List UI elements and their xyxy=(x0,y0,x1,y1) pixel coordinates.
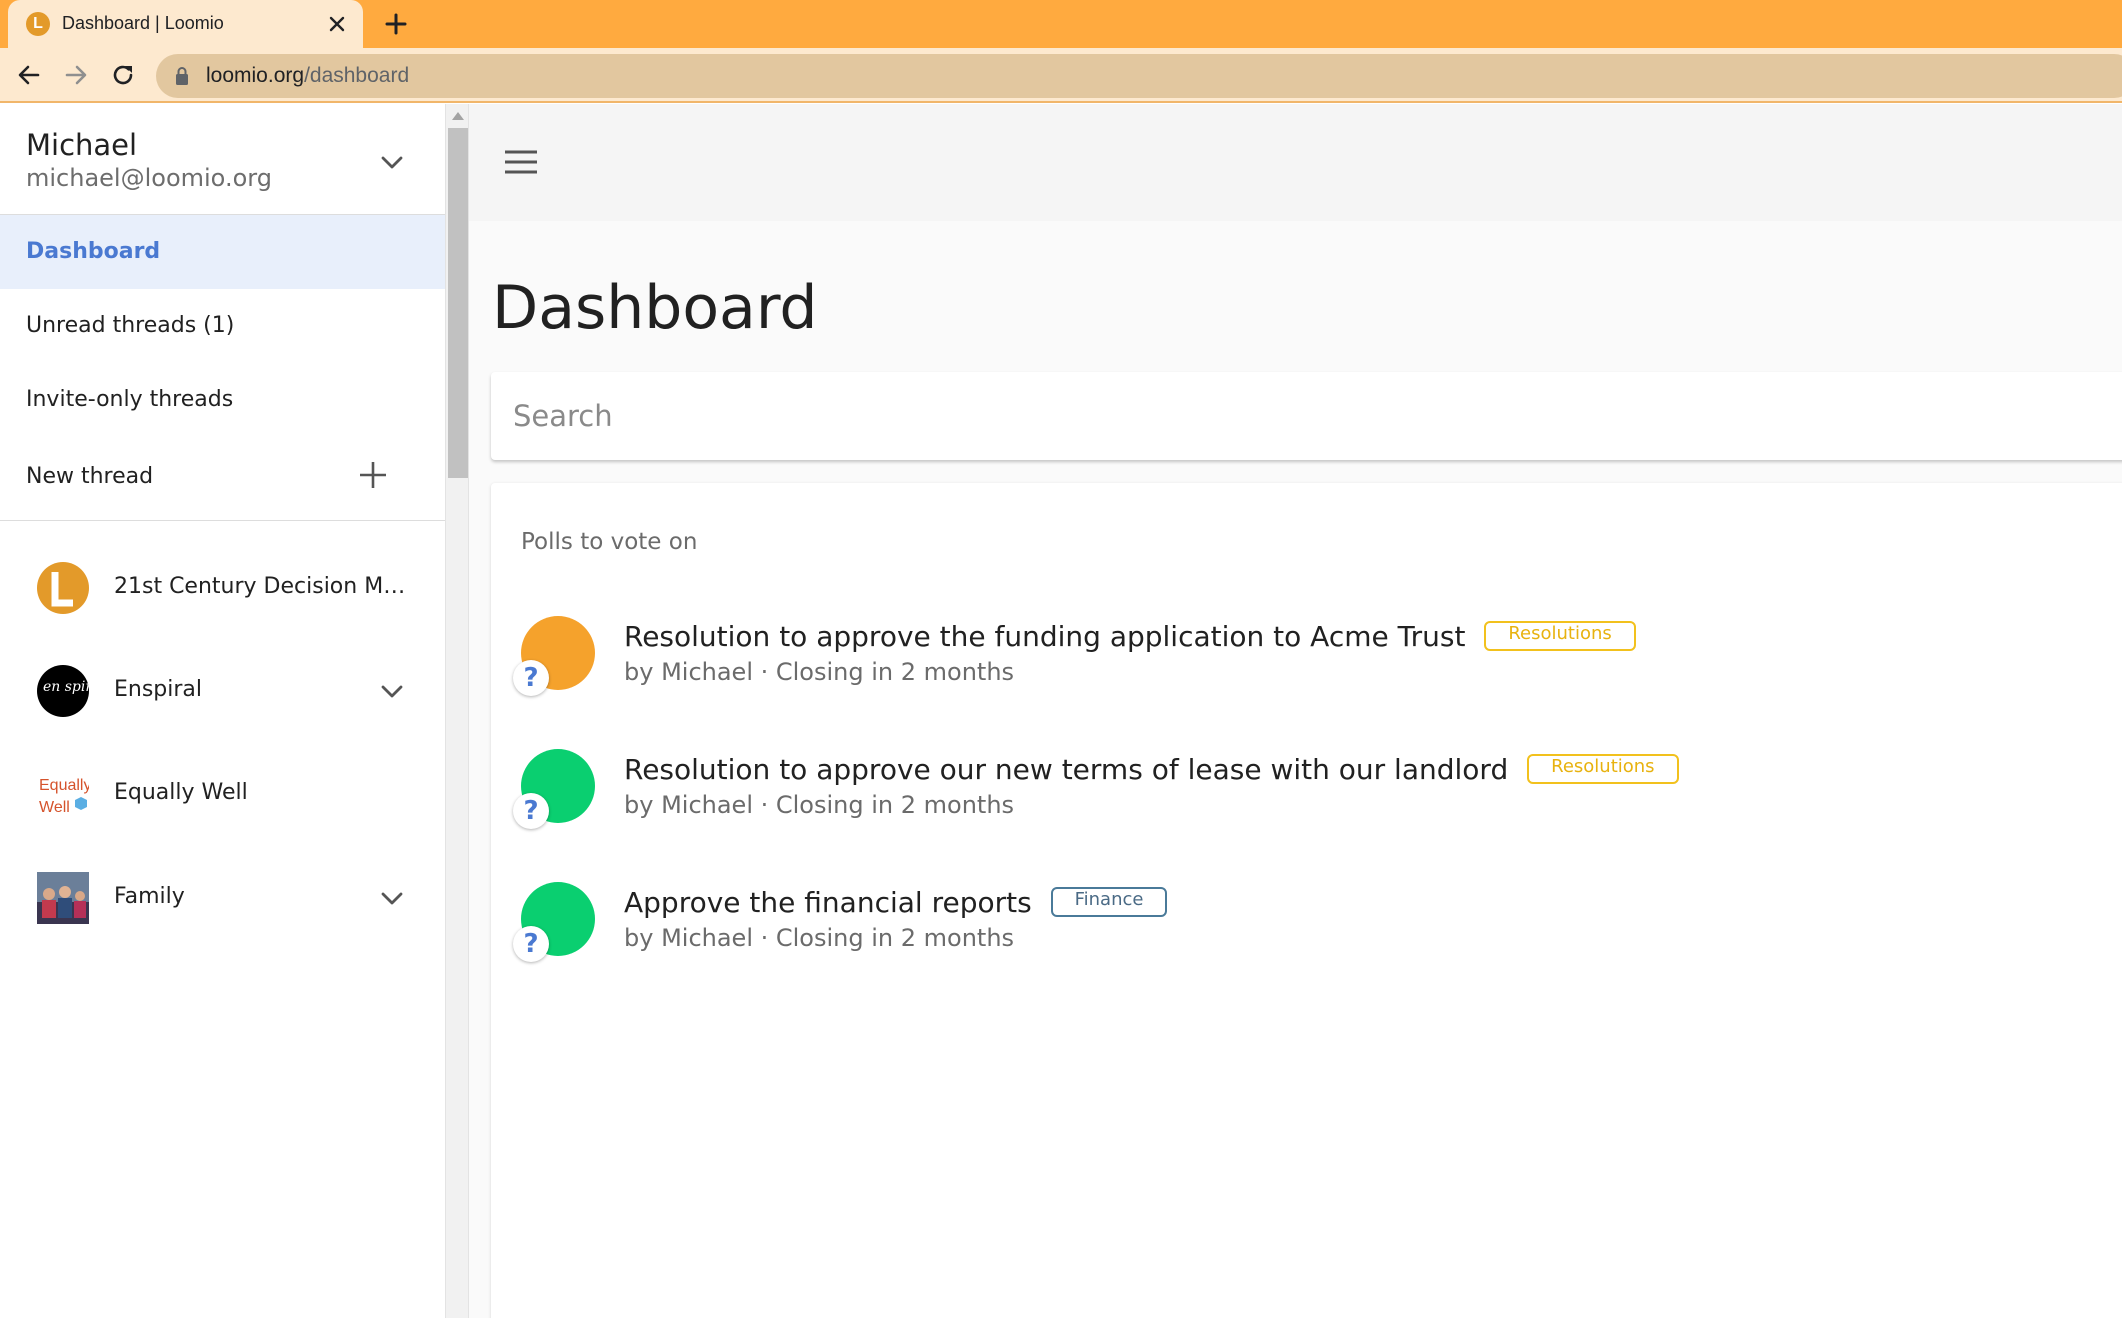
browser-tabstrip: L Dashboard | Loomio xyxy=(0,0,2122,48)
poll-title-text: Resolution to approve the funding applic… xyxy=(624,620,1466,653)
poll-meta: by Michael · Closing in 2 months xyxy=(624,791,1015,819)
page-title: Dashboard xyxy=(492,273,818,343)
browser-toolbar: loomio.org/dashboard xyxy=(0,48,2122,103)
enspiral-logo-icon: en spiral xyxy=(43,679,89,695)
group-name: Equally Well xyxy=(114,780,248,805)
sidebar-item-dashboard[interactable]: Dashboard xyxy=(0,215,445,289)
enspiral-logo-text: en spiral xyxy=(43,679,89,695)
url-domain: loomio.org xyxy=(206,64,305,87)
chevron-down-icon[interactable] xyxy=(376,882,408,914)
reload-icon[interactable] xyxy=(106,58,140,92)
loomio-logo-icon xyxy=(51,572,73,607)
search-card xyxy=(491,372,2122,460)
scroll-up-arrow-icon[interactable] xyxy=(452,112,464,120)
user-name: Michael xyxy=(26,128,138,162)
tag-finance[interactable]: Finance xyxy=(1050,887,1168,917)
group-item-equally-well[interactable]: Equally Well Equally Well xyxy=(0,744,445,844)
poll-title[interactable]: Resolution to approve the funding applic… xyxy=(624,620,1636,653)
group-item-21st-century[interactable]: 21st Century Decision Maki... xyxy=(0,538,445,638)
group-name: 21st Century Decision Maki... xyxy=(114,574,414,599)
browser-tab[interactable]: L Dashboard | Loomio xyxy=(8,0,363,48)
equally-well-logo-text-1: Equally xyxy=(39,777,89,794)
sidebar-item-label: Dashboard xyxy=(26,239,161,264)
url-path: /dashboard xyxy=(304,64,410,87)
section-title: Polls to vote on xyxy=(521,529,698,555)
group-avatar: en spiral xyxy=(37,665,89,717)
group-avatar xyxy=(37,562,89,614)
chevron-down-icon[interactable] xyxy=(376,675,408,707)
loomio-favicon: L xyxy=(26,12,50,36)
poll-item[interactable]: ? Resolution to approve our new terms of… xyxy=(491,749,2122,882)
sidebar-item-label: Invite-only threads xyxy=(26,387,234,412)
group-name: Enspiral xyxy=(114,677,203,702)
back-arrow-icon[interactable] xyxy=(12,58,46,92)
lock-icon xyxy=(176,67,188,85)
sidebar-scrollbar[interactable] xyxy=(445,104,469,1318)
hamburger-menu-icon[interactable] xyxy=(503,148,539,176)
main-content: Dashboard Polls to vote on ? Resolution … xyxy=(469,221,2122,1318)
address-bar[interactable]: loomio.org/dashboard xyxy=(156,54,2122,98)
poll-title[interactable]: Approve the financial reports Finance xyxy=(624,886,1168,919)
question-mark-icon: ? xyxy=(513,793,549,829)
sidebar-item-label: New thread xyxy=(26,464,154,489)
scrollbar-thumb[interactable] xyxy=(448,128,468,478)
sidebar-item-label: Unread threads (1) xyxy=(26,313,235,338)
plus-icon[interactable] xyxy=(358,460,388,490)
sidebar-item-unread-threads[interactable]: Unread threads (1) xyxy=(0,289,445,363)
poll-item[interactable]: ? Resolution to approve the funding appl… xyxy=(491,616,2122,749)
group-item-family[interactable]: Family xyxy=(0,848,445,948)
family-photo-icon xyxy=(37,872,89,924)
tag-resolutions[interactable]: Resolutions xyxy=(1484,621,1636,651)
question-mark-icon: ? xyxy=(513,926,549,962)
app-topbar xyxy=(469,104,2122,221)
poll-item[interactable]: ? Approve the financial reports Finance … xyxy=(491,882,2122,1015)
poll-meta: by Michael · Closing in 2 months xyxy=(624,658,1015,686)
search-input[interactable] xyxy=(491,372,2122,460)
url-text: loomio.org/dashboard xyxy=(206,64,409,88)
question-mark-icon: ? xyxy=(513,660,549,696)
polls-card: Polls to vote on ? Resolution to approve… xyxy=(491,483,2122,1318)
sidebar-item-new-thread[interactable]: New thread xyxy=(0,440,445,514)
equally-well-logo-text-2: Well xyxy=(39,799,70,816)
group-avatar: Equally Well xyxy=(37,768,89,820)
poll-title-text: Resolution to approve our new terms of l… xyxy=(624,753,1509,786)
group-item-enspiral[interactable]: en spiral Enspiral xyxy=(0,641,445,741)
user-email: michael@loomio.org xyxy=(26,164,272,192)
divider xyxy=(0,520,445,521)
new-tab-plus-icon[interactable] xyxy=(380,8,412,40)
group-avatar-photo xyxy=(37,872,89,924)
equally-well-logo-icon: Equally Well xyxy=(39,777,89,816)
sidebar: Michael michael@loomio.org Dashboard Unr… xyxy=(0,104,445,1318)
poll-title-text: Approve the financial reports xyxy=(624,886,1032,919)
chevron-down-icon[interactable] xyxy=(376,146,408,178)
poll-meta: by Michael · Closing in 2 months xyxy=(624,924,1015,952)
tab-title: Dashboard | Loomio xyxy=(62,13,224,33)
group-name: Family xyxy=(114,884,185,909)
close-icon[interactable] xyxy=(324,11,350,37)
tag-resolutions[interactable]: Resolutions xyxy=(1527,754,1679,784)
poll-title[interactable]: Resolution to approve our new terms of l… xyxy=(624,753,1679,786)
forward-arrow-icon[interactable] xyxy=(59,58,93,92)
sidebar-item-invite-only-threads[interactable]: Invite-only threads xyxy=(0,363,445,437)
